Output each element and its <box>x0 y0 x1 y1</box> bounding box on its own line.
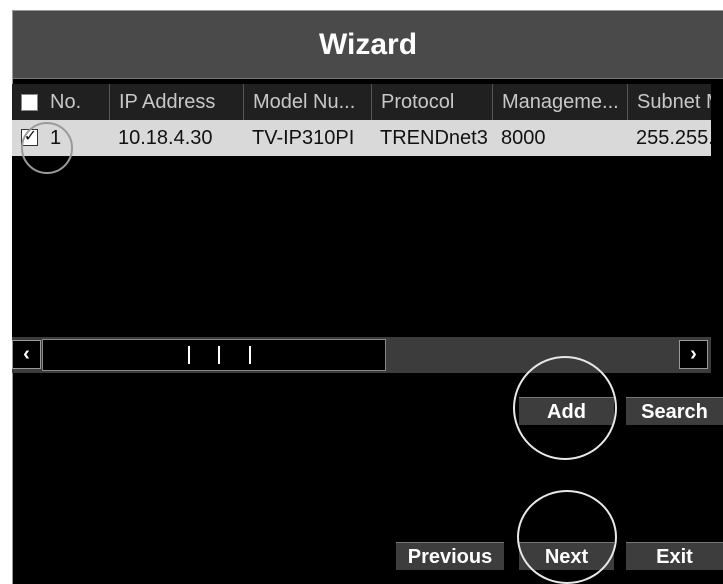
highlight-circle-checkbox <box>21 122 73 174</box>
cell-protocol: TRENDnet3 <box>380 127 488 149</box>
column-ip-address[interactable]: IP Address <box>109 84 243 120</box>
cell-management-port: 8000 <box>501 127 546 149</box>
column-management-port[interactable]: Manageme... <box>492 84 627 120</box>
grip-line <box>188 346 190 364</box>
exit-button[interactable]: Exit <box>626 542 723 570</box>
chevron-left-icon[interactable]: ‹ <box>12 340 41 369</box>
scrollbar-thumb[interactable] <box>42 339 386 371</box>
column-model-number[interactable]: Model Nu... <box>243 84 371 120</box>
cell-model-number: TV-IP310PI <box>252 127 355 149</box>
window-title: Wizard <box>13 11 723 79</box>
highlight-circle-add <box>513 356 617 460</box>
previous-button[interactable]: Previous <box>396 542 504 570</box>
column-protocol[interactable]: Protocol <box>371 84 492 120</box>
table-row[interactable]: ✓ 1 10.18.4.30 TV-IP310PI TRENDnet3 8000… <box>12 120 711 156</box>
search-button[interactable]: Search <box>626 397 723 425</box>
chevron-right-icon[interactable]: › <box>679 340 708 369</box>
grip-line <box>218 346 220 364</box>
grip-line <box>249 346 251 364</box>
cell-ip-address: 10.18.4.30 <box>118 127 213 149</box>
cell-subnet-mask: 255.255. <box>636 127 711 149</box>
select-all-checkbox[interactable] <box>21 94 38 111</box>
column-subnet-mask[interactable]: Subnet M <box>627 84 711 120</box>
table-header: No. IP Address Model Nu... Protocol Mana… <box>12 84 711 120</box>
highlight-circle-next <box>517 490 617 584</box>
column-no-label: No. <box>50 91 82 113</box>
device-table: No. IP Address Model Nu... Protocol Mana… <box>12 84 711 340</box>
column-no[interactable]: No. <box>12 84 109 120</box>
